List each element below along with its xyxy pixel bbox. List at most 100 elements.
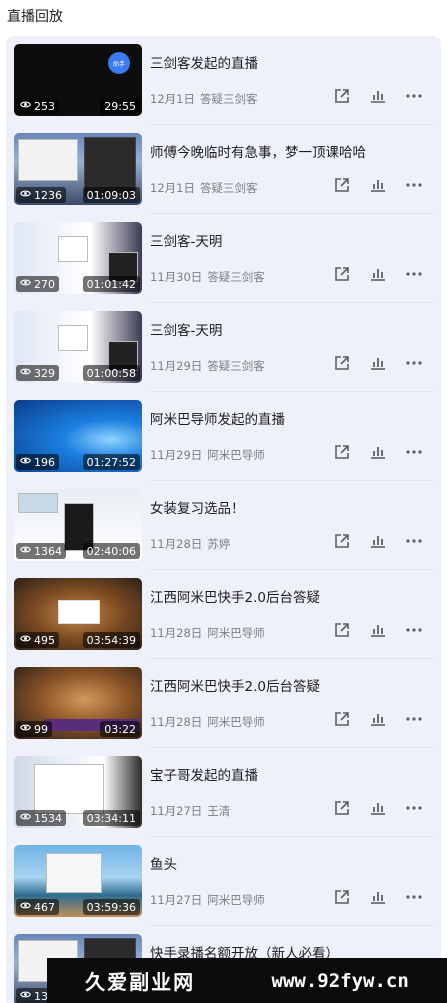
more-icon[interactable] <box>404 86 424 106</box>
more-icon[interactable] <box>404 175 424 195</box>
replay-thumbnail[interactable]: 99 03:22 <box>14 667 142 739</box>
share-icon[interactable] <box>332 175 352 195</box>
more-icon[interactable] <box>404 887 424 907</box>
replay-item[interactable]: 329 01:00:58 三剑客-天明 11月29日 答疑三剑客 <box>14 303 434 392</box>
replay-title[interactable]: 三剑客发起的直播 <box>150 52 258 72</box>
replay-thumbnail[interactable]: 329 01:00:58 <box>14 311 142 383</box>
replay-thumbnail[interactable]: 196 01:27:52 <box>14 400 142 472</box>
replay-meta: 11月30日 答疑三剑客 <box>150 269 265 285</box>
share-icon[interactable] <box>332 442 352 462</box>
duration-badge: 02:40:06 <box>82 543 140 559</box>
replay-host: 阿米巴导师 <box>207 626 265 640</box>
share-icon[interactable] <box>332 264 352 284</box>
replay-thumbnail[interactable]: 1534 03:34:11 <box>14 756 142 828</box>
stats-icon[interactable] <box>368 887 388 907</box>
view-count: 196 <box>16 454 59 470</box>
stats-icon[interactable] <box>368 442 388 462</box>
share-icon[interactable] <box>332 887 352 907</box>
replay-title[interactable]: 阿米巴导师发起的直播 <box>150 408 285 428</box>
more-icon[interactable] <box>404 709 424 729</box>
replay-title[interactable]: 师傅今晚临时有急事，梦一顶课哈哈 <box>150 141 366 161</box>
duration-badge: 01:00:58 <box>82 365 140 381</box>
view-count-value: 495 <box>34 633 55 647</box>
replay-thumbnail[interactable]: 1236 01:09:03 <box>14 133 142 205</box>
replay-thumbnail[interactable]: 270 01:01:42 <box>14 222 142 294</box>
replay-actions <box>332 264 424 284</box>
duration-badge: 01:09:03 <box>82 187 140 203</box>
replay-date: 11月27日 <box>150 893 203 907</box>
view-count: 1364 <box>16 543 66 559</box>
share-icon[interactable] <box>332 620 352 640</box>
duration-badge: 01:01:42 <box>82 276 140 292</box>
more-icon[interactable] <box>404 798 424 818</box>
duration-badge: 03:22 <box>100 721 140 737</box>
share-icon[interactable] <box>332 353 352 373</box>
replay-date: 12月1日 <box>150 181 195 195</box>
stats-icon[interactable] <box>368 709 388 729</box>
stats-icon[interactable] <box>368 798 388 818</box>
replay-date: 11月29日 <box>150 448 203 462</box>
replay-meta: 12月1日 答疑三剑客 <box>150 91 257 107</box>
stats-icon[interactable] <box>368 620 388 640</box>
replay-item[interactable]: 99 03:22 江西阿米巴快手2.0后台答疑 11月28日 阿米巴导师 <box>14 659 434 748</box>
share-icon[interactable] <box>332 709 352 729</box>
more-icon[interactable] <box>404 442 424 462</box>
view-count-value: 196 <box>34 455 55 469</box>
stats-icon[interactable] <box>368 531 388 551</box>
view-count: 253 <box>16 98 59 114</box>
replay-meta: 11月28日 阿米巴导师 <box>150 714 265 730</box>
replay-title[interactable]: 女装复习选品！ <box>150 497 245 517</box>
replay-title[interactable]: 宝子哥发起的直播 <box>150 764 258 784</box>
replay-meta: 12月1日 答疑三剑客 <box>150 180 257 196</box>
replay-actions <box>332 86 424 106</box>
replay-date: 11月27日 <box>150 804 203 818</box>
view-count-value: 1364 <box>34 544 62 558</box>
more-icon[interactable] <box>404 264 424 284</box>
replay-actions <box>332 175 424 195</box>
stats-icon[interactable] <box>368 175 388 195</box>
stats-icon[interactable] <box>368 353 388 373</box>
replay-actions <box>332 620 424 640</box>
replay-meta: 11月28日 阿米巴导师 <box>150 625 265 641</box>
replay-date: 11月28日 <box>150 626 203 640</box>
watermark-site-name: 久爱副业网 <box>85 970 196 994</box>
replay-item[interactable]: 196 01:27:52 阿米巴导师发起的直播 11月29日 阿米巴导师 <box>14 392 434 481</box>
share-icon[interactable] <box>332 531 352 551</box>
share-icon[interactable] <box>332 798 352 818</box>
share-icon[interactable] <box>332 86 352 106</box>
eye-icon <box>20 188 31 202</box>
more-icon[interactable] <box>404 353 424 373</box>
replay-item[interactable]: 1364 02:40:06 女装复习选品！ 11月28日 苏婷 <box>14 481 434 570</box>
view-count: 270 <box>16 276 59 292</box>
replay-title[interactable]: 江西阿米巴快手2.0后台答疑 <box>150 586 320 606</box>
replay-title[interactable]: 江西阿米巴快手2.0后台答疑 <box>150 675 320 695</box>
replay-title[interactable]: 三剑客-天明 <box>150 230 222 250</box>
replay-thumbnail[interactable]: 495 03:54:39 <box>14 578 142 650</box>
eye-icon <box>20 99 31 113</box>
replay-thumbnail[interactable]: 1364 02:40:06 <box>14 489 142 561</box>
more-icon[interactable] <box>404 620 424 640</box>
replay-item[interactable]: 助手 253 29:55 三剑客发起的直播 12月1日 答疑三剑客 <box>14 36 434 125</box>
replay-item[interactable]: 1534 03:34:11 宝子哥发起的直播 11月27日 王清 <box>14 748 434 837</box>
replay-host: 苏婷 <box>207 537 231 551</box>
more-icon[interactable] <box>404 531 424 551</box>
replay-meta: 11月28日 苏婷 <box>150 536 230 552</box>
eye-icon <box>20 455 31 469</box>
replay-actions <box>332 353 424 373</box>
replay-host: 答疑三剑客 <box>199 181 258 195</box>
eye-icon <box>20 900 31 914</box>
replay-item[interactable]: 1236 01:09:03 师傅今晚临时有急事，梦一顶课哈哈 12月1日 答疑三剑客 <box>14 125 434 214</box>
stats-icon[interactable] <box>368 86 388 106</box>
replay-date: 11月30日 <box>150 270 203 284</box>
replay-thumbnail[interactable]: 助手 253 29:55 <box>14 44 142 116</box>
replay-host: 阿米巴导师 <box>207 893 265 907</box>
stats-icon[interactable] <box>368 264 388 284</box>
replay-item[interactable]: 495 03:54:39 江西阿米巴快手2.0后台答疑 11月28日 阿米巴导师 <box>14 570 434 659</box>
replay-title[interactable]: 鱼头 <box>150 853 177 873</box>
watermark-banner: 久爱副业网 www.92fyw.cn <box>47 958 447 1003</box>
duration-badge: 03:34:11 <box>82 810 140 826</box>
replay-item[interactable]: 467 03:59:36 鱼头 11月27日 阿米巴导师 <box>14 837 434 926</box>
replay-title[interactable]: 三剑客-天明 <box>150 319 222 339</box>
replay-thumbnail[interactable]: 467 03:59:36 <box>14 845 142 917</box>
replay-item[interactable]: 270 01:01:42 三剑客-天明 11月30日 答疑三剑客 <box>14 214 434 303</box>
